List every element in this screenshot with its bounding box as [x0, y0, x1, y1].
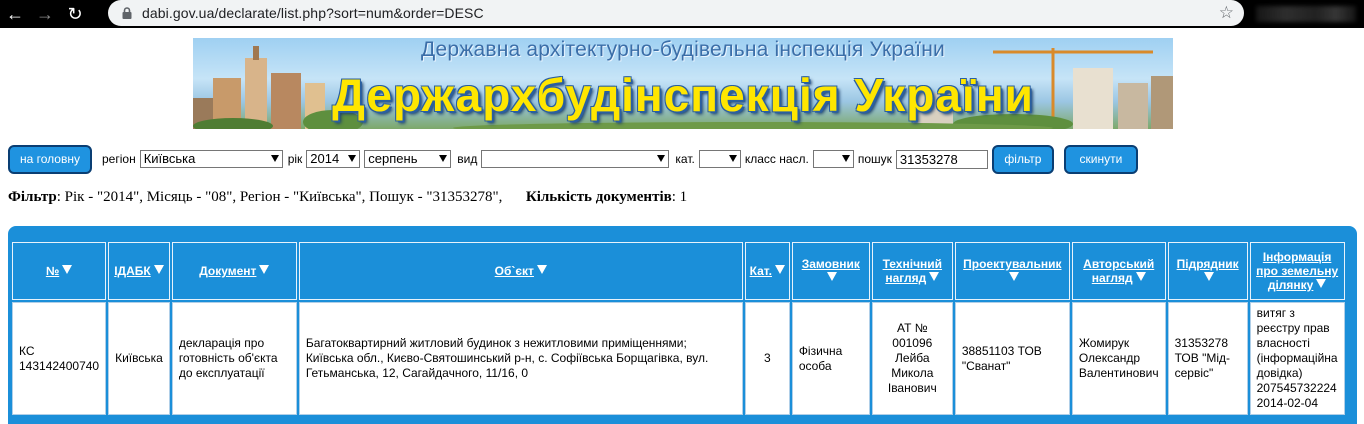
document-count-label: Кількість документів: [525, 189, 672, 205]
table-header-row: № ІДАБК Документ Об`єкт Кат. Замовник Те…: [12, 242, 1345, 300]
search-input[interactable]: [895, 149, 988, 169]
column-header-author-supervision[interactable]: Авторський нагляд: [1071, 242, 1166, 300]
lock-icon: [122, 7, 132, 19]
cell-designer: 38851103 ТОВ "Сванат": [954, 302, 1070, 415]
sort-desc-icon[interactable]: [827, 272, 838, 281]
cell-land-info: витяг з реєстру прав власності (інформац…: [1249, 302, 1345, 415]
filter-summary-label: Фільтр: [8, 189, 57, 205]
column-header-document[interactable]: Документ: [171, 242, 297, 300]
year-select-value: 2014: [310, 151, 340, 166]
cell-category: 3: [744, 302, 790, 415]
class-label: класс насл.: [744, 152, 809, 166]
sort-desc-icon[interactable]: [1204, 272, 1215, 281]
column-header-land-info[interactable]: Інформація про земельну ділянку: [1249, 242, 1345, 300]
sort-desc-icon[interactable]: [1316, 279, 1327, 288]
home-button[interactable]: на головну: [8, 144, 92, 174]
sort-desc-icon[interactable]: [536, 265, 547, 274]
site-banner: Державна архітектурно-будівельна інспекц…: [193, 38, 1173, 129]
month-select[interactable]: серпень: [364, 150, 452, 168]
class-select[interactable]: [812, 150, 854, 168]
filter-button[interactable]: фільтр: [991, 144, 1054, 174]
column-header-customer[interactable]: Замовник: [791, 242, 870, 300]
cell-object: Багатоквартирний житловий будинок з нежи…: [298, 302, 743, 415]
filter-summary-text: : Рік - "2014", Місяць - "08", Регіон - …: [56, 189, 503, 205]
extensions-area: [1256, 6, 1356, 22]
sort-desc-icon[interactable]: [929, 272, 940, 281]
cell-document: декларація про готовність об'єкта до екс…: [171, 302, 297, 415]
document-count-value: : 1: [671, 189, 688, 205]
sort-desc-icon[interactable]: [1135, 272, 1146, 281]
category-label: кат.: [675, 152, 695, 166]
type-select[interactable]: [481, 150, 670, 168]
cell-customer: Фізична особа: [791, 302, 870, 415]
declarations-table-container: № ІДАБК Документ Об`єкт Кат. Замовник Те…: [8, 226, 1357, 424]
chevron-down-icon: [270, 155, 279, 162]
column-header-contractor[interactable]: Підрядник: [1167, 242, 1248, 300]
banner-title: Держархбудінспекція України: [332, 69, 1034, 121]
column-header-num[interactable]: №: [12, 242, 107, 300]
filter-bar: на головну регіон Київська рік 2014 серп…: [8, 144, 1138, 174]
chevron-down-icon: [348, 155, 357, 162]
type-label: вид: [457, 152, 478, 166]
cell-num: КС 143142400740: [12, 302, 107, 415]
cell-contractor: 31353278 ТОВ "Мід-сервіс": [1167, 302, 1248, 415]
region-select-value: Київська: [143, 151, 196, 166]
declarations-table: № ІДАБК Документ Об`єкт Кат. Замовник Те…: [10, 240, 1347, 417]
column-header-idabk[interactable]: ІДАБК: [108, 242, 170, 300]
sort-desc-icon[interactable]: [153, 265, 164, 274]
sort-desc-icon[interactable]: [1008, 272, 1019, 281]
column-header-designer[interactable]: Проектувальник: [954, 242, 1070, 300]
cell-author-supervision: Жомирук Олександр Валентинович: [1071, 302, 1166, 415]
cell-tech-supervision: АТ № 001096 Лейба Микола Іванович: [871, 302, 953, 415]
column-header-tech-supervision[interactable]: Технічний нагляд: [871, 242, 953, 300]
month-select-value: серпень: [368, 151, 418, 166]
chevron-down-icon: [841, 155, 850, 162]
column-header-object[interactable]: Об`єкт: [298, 242, 743, 300]
back-icon[interactable]: ←: [0, 0, 30, 28]
table-row: КС 143142400740 Київська декларація про …: [12, 302, 1345, 415]
region-select[interactable]: Київська: [139, 150, 283, 168]
category-select[interactable]: [698, 150, 741, 168]
reset-button[interactable]: скинути: [1063, 144, 1138, 174]
browser-toolbar: ← → ↻ dabi.gov.ua/declarate/list.php?sor…: [0, 0, 1364, 28]
banner-subtitle: Державна архітектурно-будівельна інспекц…: [421, 38, 945, 61]
year-select[interactable]: 2014: [306, 150, 361, 168]
bookmark-star-icon[interactable]: ☆: [1219, 3, 1234, 23]
region-label: регіон: [102, 152, 136, 166]
forward-icon[interactable]: →: [30, 0, 60, 28]
search-label: пошук: [857, 152, 892, 166]
url-text: dabi.gov.ua/declarate/list.php?sort=num&…: [142, 5, 484, 21]
cell-idabk: Київська: [108, 302, 170, 415]
sort-desc-icon[interactable]: [774, 265, 785, 274]
filter-summary: Фільтр: Рік - "2014", Місяць - "08", Рег…: [8, 189, 687, 206]
chevron-down-icon: [439, 155, 448, 162]
reload-icon[interactable]: ↻: [60, 0, 90, 28]
sort-desc-icon[interactable]: [62, 265, 73, 274]
sort-desc-icon[interactable]: [259, 265, 270, 274]
address-bar[interactable]: dabi.gov.ua/declarate/list.php?sort=num&…: [108, 0, 1244, 26]
column-header-category[interactable]: Кат.: [744, 242, 790, 300]
year-label: рік: [287, 152, 303, 166]
chevron-down-icon: [657, 155, 666, 162]
chevron-down-icon: [728, 155, 737, 162]
